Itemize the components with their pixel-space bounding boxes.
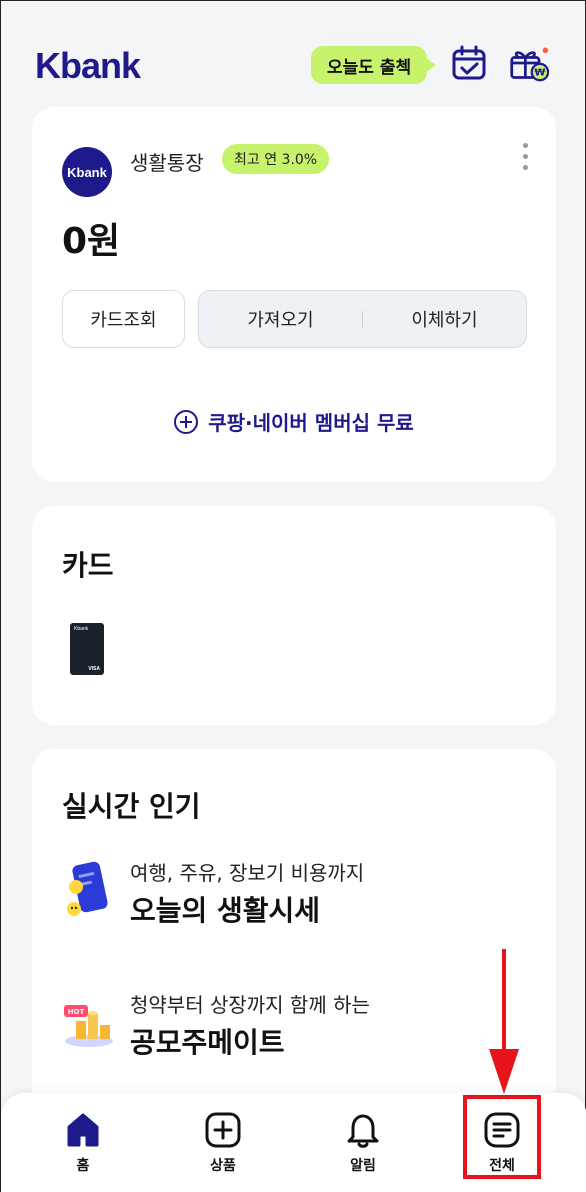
- popular-section: 실시간 인기 여행, 주유, 장보기 비용까지 오늘의 생활시세 HOT 청약부…: [32, 749, 556, 1119]
- hot-coins-icon: HOT: [64, 1005, 113, 1047]
- nav-label: 상품: [210, 1158, 236, 1174]
- popular-item-subtitle: 청약부터 상장까지 함께 하는: [130, 993, 370, 1017]
- account-bank-logo: Kbank: [62, 147, 112, 197]
- popular-title: 실시간 인기: [62, 790, 201, 823]
- transfer-button[interactable]: 이체하기: [363, 306, 526, 332]
- bring-money-button[interactable]: 가져오기: [199, 306, 362, 332]
- plus-circle-icon: [174, 409, 199, 434]
- account-balance: 0원: [62, 221, 121, 262]
- phone-emoji-icon: [67, 861, 108, 916]
- cards-section: 카드 Kbank VISA: [32, 506, 556, 725]
- rate-badge: 최고 연 3.0%: [222, 144, 330, 174]
- popular-item-title: 공모주메이트: [130, 1026, 285, 1059]
- transfer-button-group: 가져오기 이체하기: [198, 290, 527, 348]
- annotation-highlight-box: [463, 1095, 541, 1179]
- account-card[interactable]: Kbank 생활통장 최고 연 3.0% 0원 카드조회 가져오기 이체하기 쿠…: [32, 107, 556, 482]
- account-name: 생활통장: [130, 151, 204, 175]
- promo-text: 쿠팡·네이버 멤버십 무료: [208, 411, 414, 435]
- popular-item-price-trend[interactable]: 여행, 주유, 장보기 비용까지 오늘의 생활시세: [62, 849, 522, 929]
- home-icon: [67, 1113, 99, 1147]
- plus-square-icon: [205, 1112, 241, 1148]
- nav-label: 홈: [76, 1158, 90, 1174]
- nav-tab-home[interactable]: 홈: [43, 1111, 123, 1175]
- svg-text:HOT: HOT: [68, 1008, 85, 1016]
- card-brand-text: Kbank: [74, 626, 89, 632]
- membership-promo-link[interactable]: 쿠팡·네이버 멤버십 무료: [32, 407, 556, 436]
- card-network-text: VISA: [88, 666, 100, 672]
- card-lookup-button[interactable]: 카드조회: [62, 290, 185, 348]
- nav-label: 알림: [350, 1158, 376, 1174]
- nav-tab-products[interactable]: 상품: [183, 1111, 263, 1175]
- calendar-check-icon[interactable]: [449, 43, 489, 83]
- svg-text:₩: ₩: [534, 68, 545, 79]
- daily-checkin-button[interactable]: 오늘도 출첵: [311, 46, 437, 84]
- more-options-icon[interactable]: [520, 143, 530, 175]
- annotation-arrow-icon: [489, 949, 519, 1094]
- app-header: Kbank 오늘도 출첵 ₩: [1, 1, 586, 107]
- debit-card-thumbnail[interactable]: Kbank VISA: [70, 623, 104, 675]
- bell-icon: [347, 1114, 379, 1148]
- nav-tab-notifications[interactable]: 알림: [323, 1111, 403, 1175]
- popular-item-ipo-mate[interactable]: HOT 청약부터 상장까지 함께 하는 공모주메이트: [62, 981, 522, 1061]
- popular-item-title: 오늘의 생활시세: [130, 894, 321, 927]
- gift-won-icon[interactable]: ₩: [509, 43, 549, 83]
- popular-item-subtitle: 여행, 주유, 장보기 비용까지: [130, 861, 365, 885]
- cards-title: 카드: [62, 549, 114, 582]
- kbank-logo: Kbank: [35, 45, 141, 86]
